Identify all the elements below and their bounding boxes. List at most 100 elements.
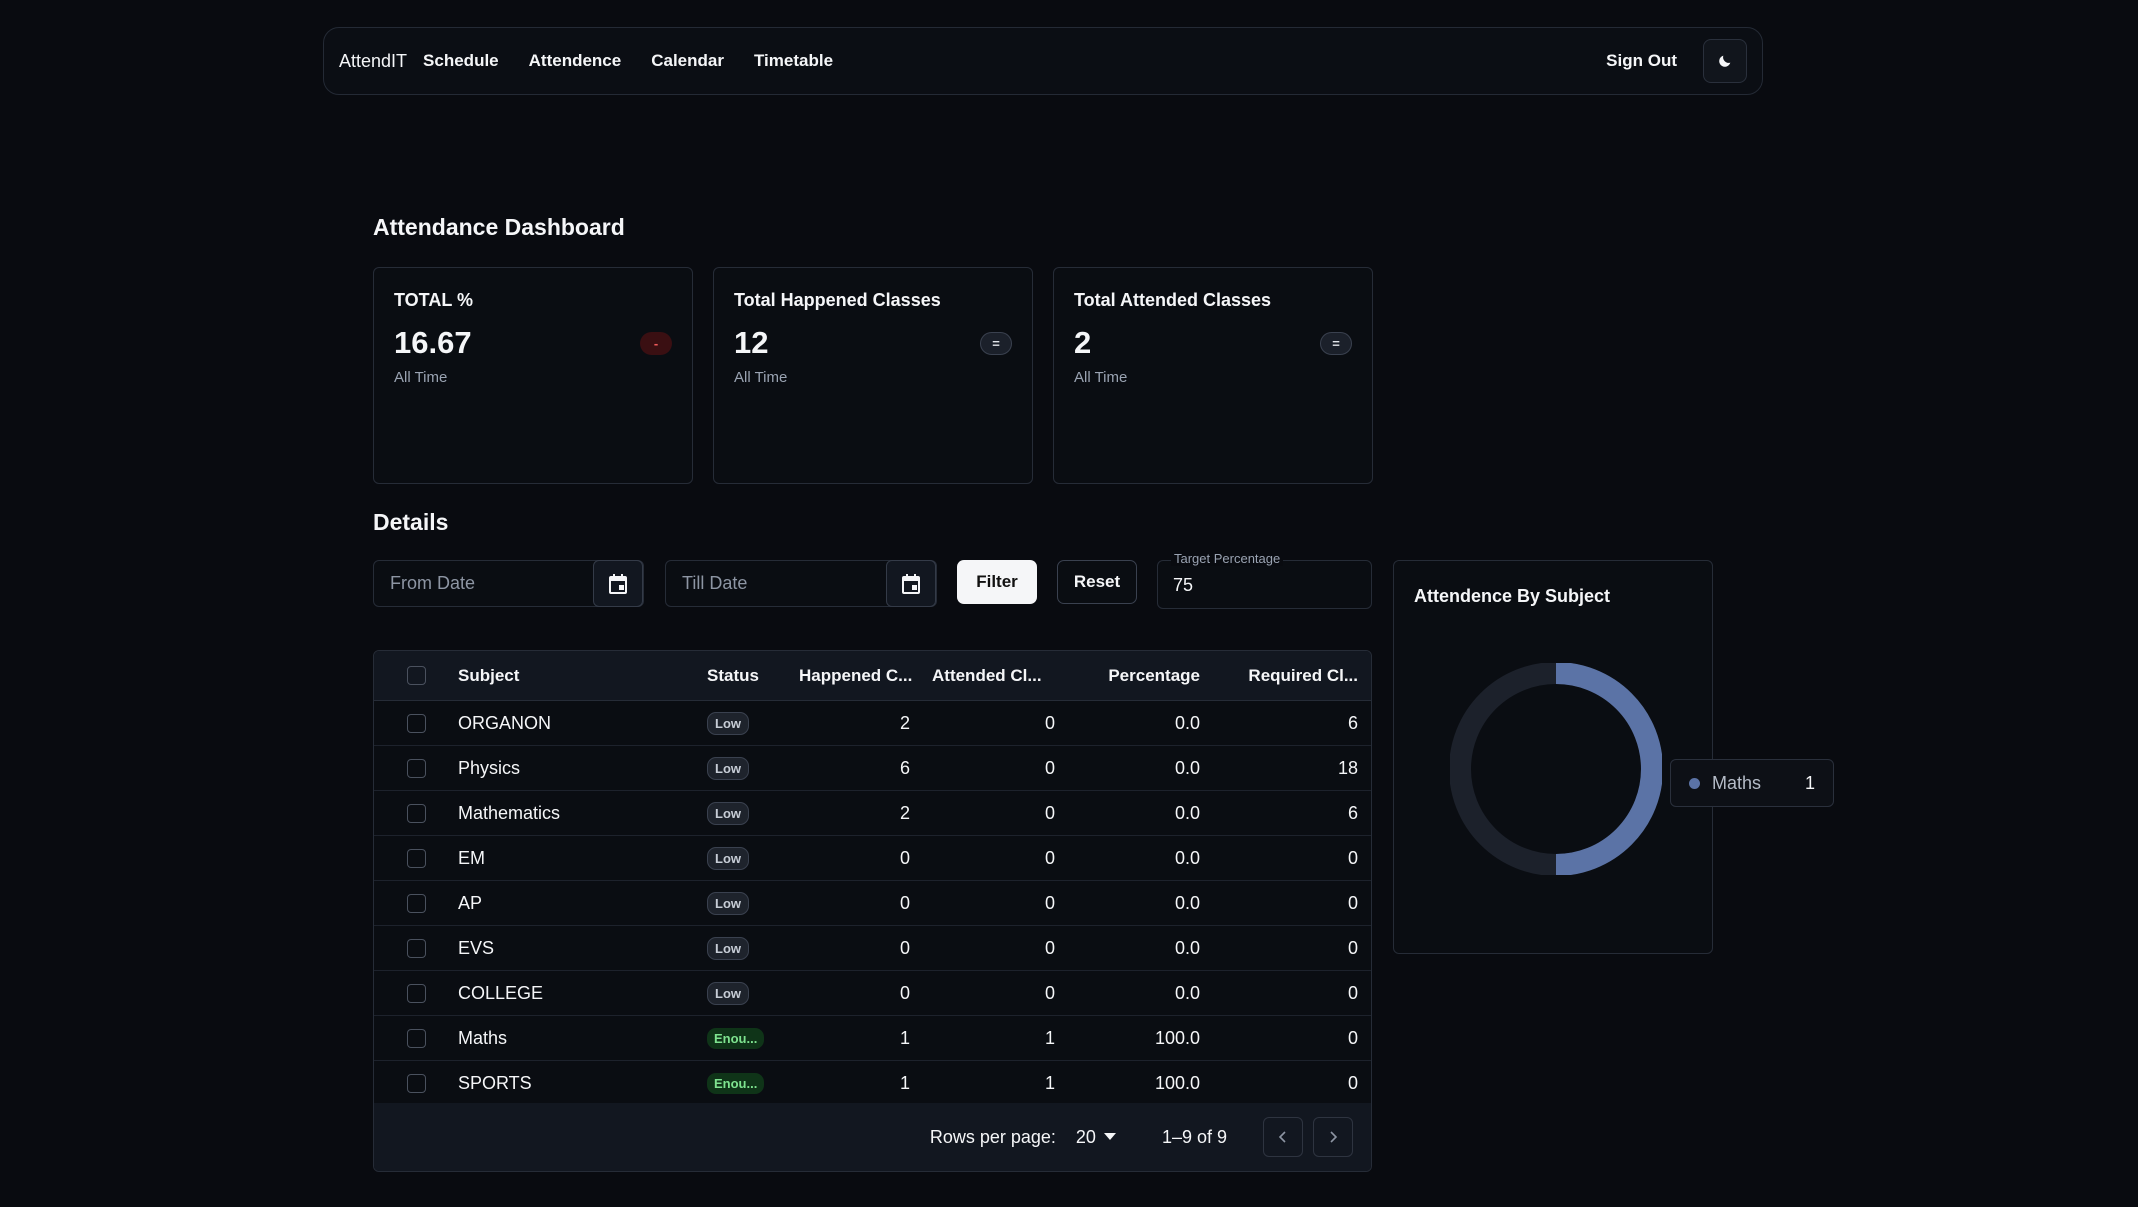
- till-date-field[interactable]: Till Date: [665, 560, 937, 607]
- row-checkbox[interactable]: [406, 1028, 426, 1048]
- table-row[interactable]: Mathematics Low 2 0 0.0 6: [374, 791, 1371, 836]
- select-all-checkbox[interactable]: [406, 666, 426, 685]
- nav-link-timetable[interactable]: Timetable: [754, 51, 833, 71]
- header-attended[interactable]: Attended Cl...: [920, 666, 1065, 686]
- header-percentage[interactable]: Percentage: [1065, 666, 1210, 686]
- cell-subject: Physics: [458, 757, 521, 778]
- row-checkbox[interactable]: [406, 848, 426, 868]
- filter-button[interactable]: Filter: [957, 560, 1037, 604]
- cell-attended: 0: [1044, 712, 1055, 733]
- row-check-cell: [374, 713, 448, 733]
- row-checkbox[interactable]: [406, 758, 426, 778]
- cell-happened: 0: [899, 982, 910, 1003]
- table-row[interactable]: COLLEGE Low 0 0 0.0 0: [374, 971, 1371, 1016]
- status-badge: Low: [707, 846, 749, 870]
- row-checkbox[interactable]: [406, 713, 426, 733]
- row-check-cell: [374, 848, 448, 868]
- row-check-cell: [374, 938, 448, 958]
- cell-status: Low: [697, 891, 787, 915]
- rows-per-page-label: Rows per page:: [929, 1126, 1056, 1147]
- cell-attended: 0: [1044, 757, 1055, 778]
- header-subject[interactable]: Subject: [448, 666, 697, 686]
- table-row[interactable]: Physics Low 6 0 0.0 18: [374, 746, 1371, 791]
- nav-link-schedule[interactable]: Schedule: [423, 51, 499, 71]
- donut-chart: [1450, 663, 1662, 875]
- cell-attended: 0: [1044, 847, 1055, 868]
- reset-button[interactable]: Reset: [1057, 560, 1137, 604]
- cell-subject: ORGANON: [458, 712, 552, 733]
- cell-required: 18: [1337, 757, 1358, 778]
- stat-card-happened-classes: Total Happened Classes 12 All Time =: [713, 267, 1033, 484]
- cell-happened: 6: [899, 757, 910, 778]
- cell-attended: 0: [1044, 982, 1055, 1003]
- target-percentage-value: 75: [1173, 575, 1194, 595]
- table-row[interactable]: Maths Enou... 1 1 100.0 0: [374, 1016, 1371, 1061]
- nav-link-attendence[interactable]: Attendence: [529, 51, 622, 71]
- cell-happened: 1: [899, 1072, 910, 1093]
- header-required[interactable]: Required Cl...: [1210, 666, 1370, 686]
- chart-tooltip: Maths 1: [1670, 759, 1834, 807]
- row-checkbox[interactable]: [406, 893, 426, 913]
- from-date-field[interactable]: From Date: [373, 560, 644, 607]
- legend-value: 1: [1804, 772, 1815, 793]
- chevron-right-icon: [1330, 1131, 1338, 1143]
- stat-value: 2: [1074, 325, 1092, 360]
- header-happened[interactable]: Happened C...: [787, 666, 920, 686]
- cell-percentage: 0.0: [1174, 802, 1200, 823]
- table-row[interactable]: AP Low 0 0 0.0 0: [374, 881, 1371, 926]
- rows-per-page-select[interactable]: 20: [1076, 1127, 1116, 1148]
- brand-logo[interactable]: AttendIT: [339, 51, 407, 72]
- status-badge: Enou...: [707, 1028, 765, 1049]
- from-date-placeholder: From Date: [390, 573, 476, 593]
- cell-required: 0: [1347, 892, 1358, 913]
- target-percentage-label: Target Percentage: [1171, 551, 1284, 566]
- cell-subject: EM: [458, 847, 485, 868]
- stat-title: TOTAL %: [394, 290, 474, 310]
- cell-percentage: 0.0: [1174, 712, 1200, 733]
- stat-card-total-percent: TOTAL % 16.67 All Time -: [373, 267, 693, 484]
- table-body: ORGANON Low 2 0 0.0 6 Physics Low 6 0 0.…: [374, 701, 1371, 1106]
- table-pagination: Rows per page: 20 1–9 of 9: [374, 1103, 1371, 1171]
- calendar-icon: [902, 573, 920, 594]
- legend-name: Maths: [1712, 772, 1762, 793]
- attendance-table: Subject Status Happened C... Attended Cl…: [373, 650, 1372, 1172]
- rows-per-page-value: 20: [1075, 1126, 1096, 1147]
- row-checkbox[interactable]: [406, 1073, 426, 1093]
- cell-required: 0: [1347, 1027, 1358, 1048]
- row-checkbox[interactable]: [406, 938, 426, 958]
- row-checkbox[interactable]: [406, 803, 426, 823]
- cell-subject: Maths: [458, 1027, 508, 1048]
- row-check-cell: [374, 983, 448, 1003]
- status-badge: Low: [707, 981, 749, 1005]
- table-row[interactable]: EVS Low 0 0 0.0 0: [374, 926, 1371, 971]
- header-status[interactable]: Status: [697, 666, 787, 686]
- theme-toggle-button[interactable]: [1703, 39, 1747, 83]
- select-all-cell: [374, 666, 448, 685]
- stat-subtitle: All Time: [394, 369, 448, 386]
- chevron-left-icon: [1278, 1131, 1286, 1143]
- cell-percentage: 100.0: [1154, 1027, 1200, 1048]
- cell-attended: 1: [1044, 1072, 1055, 1093]
- cell-happened: 0: [899, 847, 910, 868]
- table-row[interactable]: ORGANON Low 2 0 0.0 6: [374, 701, 1371, 746]
- nav-link-calendar[interactable]: Calendar: [651, 51, 724, 71]
- sign-out-button[interactable]: Sign Out: [1606, 51, 1677, 71]
- cell-subject: Mathematics: [458, 802, 561, 823]
- target-percentage-input[interactable]: Target Percentage 75: [1157, 551, 1372, 609]
- row-checkbox[interactable]: [406, 983, 426, 1003]
- page-title: Attendance Dashboard: [373, 214, 625, 240]
- table-row[interactable]: SPORTS Enou... 1 1 100.0 0: [374, 1061, 1371, 1106]
- next-page-button[interactable]: [1313, 1117, 1353, 1157]
- pagination-range: 1–9 of 9: [1161, 1126, 1227, 1147]
- row-check-cell: [374, 1028, 448, 1048]
- cell-attended: 1: [1044, 1027, 1055, 1048]
- table-row[interactable]: EM Low 0 0 0.0 0: [374, 836, 1371, 881]
- row-check-cell: [374, 1073, 448, 1093]
- cell-status: Low: [697, 936, 787, 960]
- calendar-icon: [609, 573, 627, 594]
- previous-page-button[interactable]: [1263, 1117, 1303, 1157]
- chart-title: Attendence By Subject: [1414, 586, 1611, 606]
- from-date-picker-button[interactable]: [593, 560, 643, 607]
- donut-slice-maths[interactable]: [1555, 663, 1662, 875]
- till-date-picker-button[interactable]: [886, 560, 936, 607]
